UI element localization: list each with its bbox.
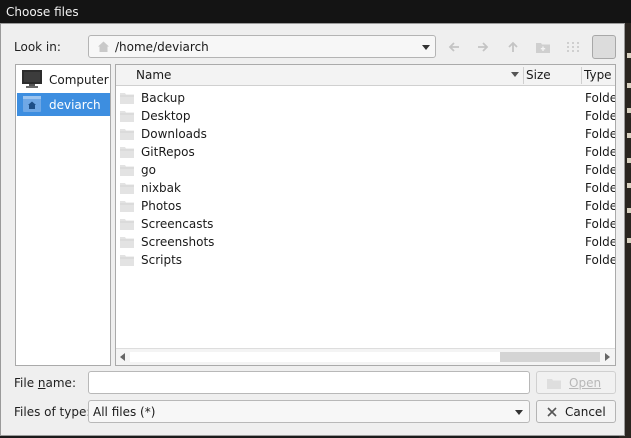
file-name: GitRepos: [141, 145, 195, 159]
files-of-type-label: Files of type:: [14, 405, 91, 419]
chevron-down-icon: [422, 45, 430, 50]
file-type: Folder: [585, 253, 615, 267]
folder-icon: [120, 255, 134, 266]
folder-icon: [120, 237, 134, 248]
look-in-combo[interactable]: /home/deviarch: [88, 35, 436, 58]
monitor-icon: [22, 70, 42, 88]
folder-open-icon: [547, 379, 561, 389]
folder-icon: [120, 147, 134, 158]
file-name: go: [141, 163, 156, 177]
scroll-left-icon[interactable]: [120, 353, 125, 361]
file-row[interactable]: nixbak Folder: [116, 179, 615, 197]
sidebar-item-label: Computer: [49, 73, 109, 87]
scrollbar-thumb[interactable]: [130, 352, 500, 362]
file-type: Folder: [585, 145, 615, 159]
file-name: Photos: [141, 199, 182, 213]
sort-chevron-down-icon: [511, 72, 519, 77]
file-type: Folder: [585, 181, 615, 195]
places-sidebar: Computer deviarch: [15, 64, 111, 366]
file-name: Downloads: [141, 127, 207, 141]
file-type: Folder: [585, 199, 615, 213]
column-name[interactable]: Name: [136, 65, 171, 85]
sidebar-item-deviarch[interactable]: deviarch: [17, 93, 110, 116]
look-in-path: /home/deviarch: [115, 40, 209, 54]
scroll-right-icon[interactable]: [605, 353, 610, 361]
home-folder-icon: [23, 96, 41, 112]
arrow-right-icon[interactable]: [473, 37, 493, 57]
folder-icon: [120, 183, 134, 194]
sidebar-item-label: deviarch: [49, 98, 101, 112]
cancel-button[interactable]: Cancel: [536, 400, 616, 423]
file-name: Desktop: [141, 109, 191, 123]
list-view-icon[interactable]: [563, 37, 583, 57]
file-name: Screencasts: [141, 217, 214, 231]
file-row[interactable]: go Folder: [116, 161, 615, 179]
file-row[interactable]: Scripts Folder: [116, 251, 615, 269]
cancel-x-icon: [547, 407, 557, 417]
file-row[interactable]: Desktop Folder: [116, 107, 615, 125]
folder-icon: [120, 93, 134, 104]
cancel-button-label: Cancel: [565, 405, 606, 419]
file-name: Screenshots: [141, 235, 215, 249]
file-dialog: Look in: /home/deviarch Computer deviarc…: [0, 23, 625, 436]
file-type: Folder: [585, 91, 615, 105]
file-name-label: File name:: [14, 376, 76, 390]
folder-icon: [120, 219, 134, 230]
file-name: Backup: [141, 91, 185, 105]
column-size[interactable]: Size: [526, 65, 551, 85]
chevron-down-icon: [515, 410, 523, 415]
sidebar-item-computer[interactable]: Computer: [17, 68, 110, 91]
folder-icon: [120, 129, 134, 140]
files-of-type-combo[interactable]: All files (*): [88, 400, 530, 423]
file-row[interactable]: GitRepos Folder: [116, 143, 615, 161]
file-row[interactable]: Screencasts Folder: [116, 215, 615, 233]
folder-icon: [120, 111, 134, 122]
file-row[interactable]: Downloads Folder: [116, 125, 615, 143]
folder-icon: [120, 201, 134, 212]
window-title: Choose files: [6, 5, 79, 19]
file-name-input[interactable]: [88, 371, 530, 394]
new-folder-icon[interactable]: [533, 37, 553, 57]
file-type: Folder: [585, 109, 615, 123]
file-row[interactable]: Photos Folder: [116, 197, 615, 215]
file-type: Folder: [585, 127, 615, 141]
file-type: Folder: [585, 235, 615, 249]
open-button[interactable]: Open: [536, 371, 616, 394]
file-name: nixbak: [141, 181, 181, 195]
look-in-label: Look in:: [14, 40, 61, 54]
arrow-left-icon[interactable]: [444, 37, 464, 57]
open-button-label: Open: [569, 376, 602, 390]
column-type[interactable]: Type: [584, 65, 612, 85]
arrow-up-icon[interactable]: [503, 37, 523, 57]
files-of-type-value: All files (*): [93, 405, 156, 419]
file-list: Name Size Type Backup Folder Desktop Folder…: [115, 64, 616, 366]
file-type: Folder: [585, 217, 615, 231]
horizontal-scrollbar[interactable]: [116, 348, 615, 365]
file-type: Folder: [585, 163, 615, 177]
title-bar: Choose files: [0, 0, 631, 23]
detail-view-icon[interactable]: [592, 35, 616, 59]
column-header: Name Size Type: [116, 65, 615, 86]
file-name: Scripts: [141, 253, 183, 267]
scrollbar-track[interactable]: [500, 352, 600, 362]
file-row[interactable]: Screenshots Folder: [116, 233, 615, 251]
home-icon: [98, 41, 109, 52]
file-row[interactable]: Backup Folder: [116, 89, 615, 107]
folder-icon: [120, 165, 134, 176]
